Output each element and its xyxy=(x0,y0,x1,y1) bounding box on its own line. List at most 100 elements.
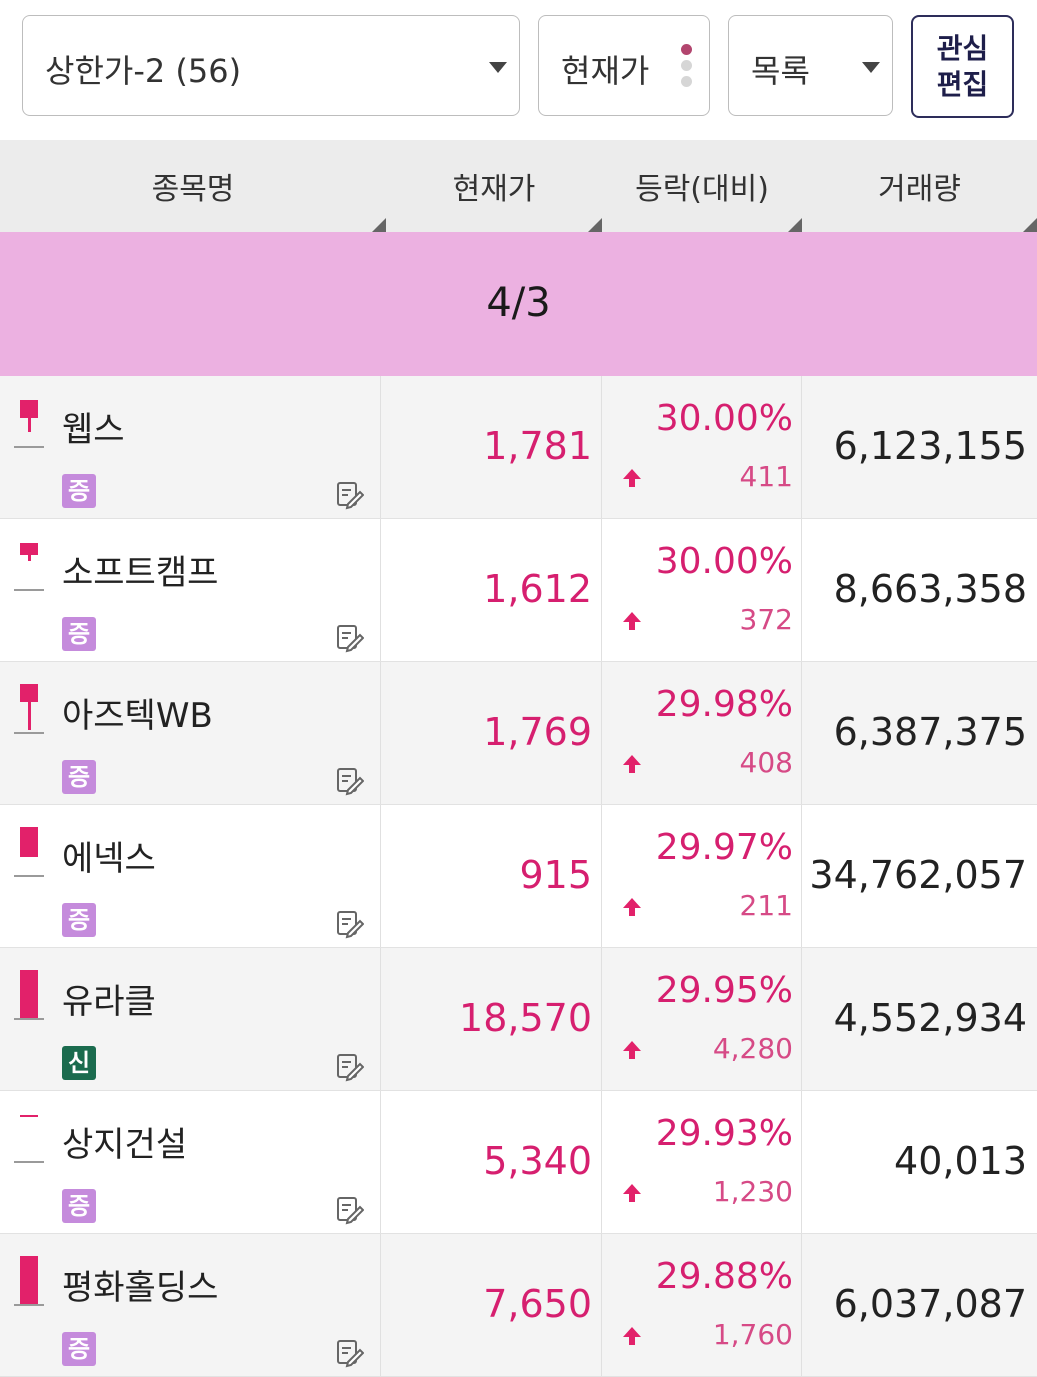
column-divider xyxy=(380,948,381,1090)
table-row[interactable]: 상지건설 증 5,340 29.93% 1,230 40,013 xyxy=(0,1091,1037,1234)
trade-volume: 34,762,057 xyxy=(809,853,1027,897)
up-arrow-icon xyxy=(623,469,641,487)
change-amount: 1,760 xyxy=(712,1318,793,1351)
current-price: 1,769 xyxy=(483,710,592,754)
date-group-label: 4/3 xyxy=(486,280,551,326)
current-price: 1,612 xyxy=(483,567,592,611)
column-divider xyxy=(601,519,602,661)
change-amount: 1,230 xyxy=(712,1175,793,1208)
change-rate: 29.97% xyxy=(655,827,793,868)
candle-icon xyxy=(14,1256,44,1316)
change-amount: 4,280 xyxy=(712,1032,793,1065)
column-header-change-label: 등락(대비) xyxy=(635,172,769,207)
column-divider xyxy=(380,1091,381,1233)
column-divider xyxy=(380,376,381,518)
change-amount: 211 xyxy=(739,889,793,922)
up-arrow-icon xyxy=(623,612,641,630)
table-row[interactable]: 아즈텍WB 증 1,769 29.98% 408 6,387,375 xyxy=(0,662,1037,805)
stock-name: 웹스 xyxy=(62,410,125,450)
column-divider xyxy=(801,1234,802,1376)
change-rate: 30.00% xyxy=(655,398,793,439)
column-header-change[interactable]: 등락(대비) xyxy=(602,140,802,232)
column-header-price[interactable]: 현재가 xyxy=(386,140,602,232)
more-dots-icon xyxy=(681,44,693,92)
table-row[interactable]: 소프트캠프 증 1,612 30.00% 372 8,663,358 xyxy=(0,519,1037,662)
price-filter-button[interactable]: 현재가 xyxy=(538,15,710,116)
column-header-volume[interactable]: 거래량 xyxy=(802,140,1037,232)
market-badge: 증 xyxy=(62,1189,96,1223)
trade-volume: 6,387,375 xyxy=(833,710,1027,754)
table-row[interactable]: 평화홀딩스 증 7,650 29.88% 1,760 6,037,087 xyxy=(0,1234,1037,1377)
column-divider xyxy=(801,1091,802,1233)
market-badge: 신 xyxy=(62,1046,96,1080)
stock-name: 에넥스 xyxy=(62,839,156,879)
change-rate: 29.88% xyxy=(655,1256,793,1297)
candle-icon xyxy=(14,541,44,601)
condition-select[interactable]: 상한가-2 (56) xyxy=(22,15,520,116)
memo-edit-icon[interactable] xyxy=(336,909,364,939)
change-amount: 411 xyxy=(739,460,793,493)
memo-edit-icon[interactable] xyxy=(336,1195,364,1225)
current-price: 7,650 xyxy=(483,1282,592,1326)
column-divider xyxy=(801,662,802,804)
edit-button-line2: 편집 xyxy=(936,68,989,101)
candle-icon xyxy=(14,1113,44,1173)
table-row[interactable]: 유라클 신 18,570 29.95% 4,280 4,552,934 xyxy=(0,948,1037,1091)
sort-corner-icon xyxy=(588,218,602,232)
column-divider xyxy=(380,662,381,804)
memo-edit-icon[interactable] xyxy=(336,623,364,653)
market-badge: 증 xyxy=(62,760,96,794)
condition-select-value: 상한가-2 (56) xyxy=(45,52,242,90)
current-price: 18,570 xyxy=(459,996,592,1040)
column-divider xyxy=(601,1091,602,1233)
trade-volume: 6,037,087 xyxy=(833,1282,1027,1326)
candle-icon xyxy=(14,827,44,887)
memo-edit-icon[interactable] xyxy=(336,1338,364,1368)
table-header: 종목명 현재가 등락(대비) 거래량 xyxy=(0,140,1037,232)
sort-corner-icon xyxy=(372,218,386,232)
market-badge: 증 xyxy=(62,617,96,651)
table-row[interactable]: 에넥스 증 915 29.97% 211 34,762,057 xyxy=(0,805,1037,948)
price-filter-label: 현재가 xyxy=(561,52,650,90)
up-arrow-icon xyxy=(623,1327,641,1345)
trade-volume: 8,663,358 xyxy=(833,567,1027,611)
chevron-down-icon xyxy=(489,62,507,73)
column-divider xyxy=(601,662,602,804)
column-divider xyxy=(601,805,602,947)
stock-name: 유라클 xyxy=(62,982,156,1022)
stock-name: 상지건설 xyxy=(62,1125,188,1165)
stock-name: 평화홀딩스 xyxy=(62,1268,219,1308)
date-group-band: 4/3 xyxy=(0,232,1037,376)
edit-button-line1: 관심 xyxy=(936,32,989,65)
market-badge: 증 xyxy=(62,903,96,937)
view-mode-value: 목록 xyxy=(751,52,810,90)
column-divider xyxy=(801,805,802,947)
market-badge: 증 xyxy=(62,1332,96,1366)
candle-icon xyxy=(14,684,44,744)
column-divider xyxy=(601,376,602,518)
chevron-down-icon xyxy=(862,62,880,73)
column-divider xyxy=(601,1234,602,1376)
column-header-name[interactable]: 종목명 xyxy=(0,140,386,232)
market-badge: 증 xyxy=(62,474,96,508)
change-rate: 29.95% xyxy=(655,970,793,1011)
change-amount: 372 xyxy=(739,603,793,636)
sort-corner-icon xyxy=(1023,218,1037,232)
watchlist-edit-button[interactable]: 관심 편집 xyxy=(911,15,1014,118)
current-price: 1,781 xyxy=(483,424,592,468)
up-arrow-icon xyxy=(623,755,641,773)
column-divider xyxy=(801,519,802,661)
view-mode-select[interactable]: 목록 xyxy=(728,15,893,116)
memo-edit-icon[interactable] xyxy=(336,480,364,510)
column-divider xyxy=(801,376,802,518)
up-arrow-icon xyxy=(623,898,641,916)
candle-icon xyxy=(14,970,44,1030)
memo-edit-icon[interactable] xyxy=(336,1052,364,1082)
table-row[interactable]: 웹스 증 1,781 30.00% 411 6,123,155 xyxy=(0,376,1037,519)
change-rate: 29.98% xyxy=(655,684,793,725)
trade-volume: 40,013 xyxy=(894,1139,1027,1183)
memo-edit-icon[interactable] xyxy=(336,766,364,796)
up-arrow-icon xyxy=(623,1184,641,1202)
up-arrow-icon xyxy=(623,1041,641,1059)
change-rate: 29.93% xyxy=(655,1113,793,1154)
